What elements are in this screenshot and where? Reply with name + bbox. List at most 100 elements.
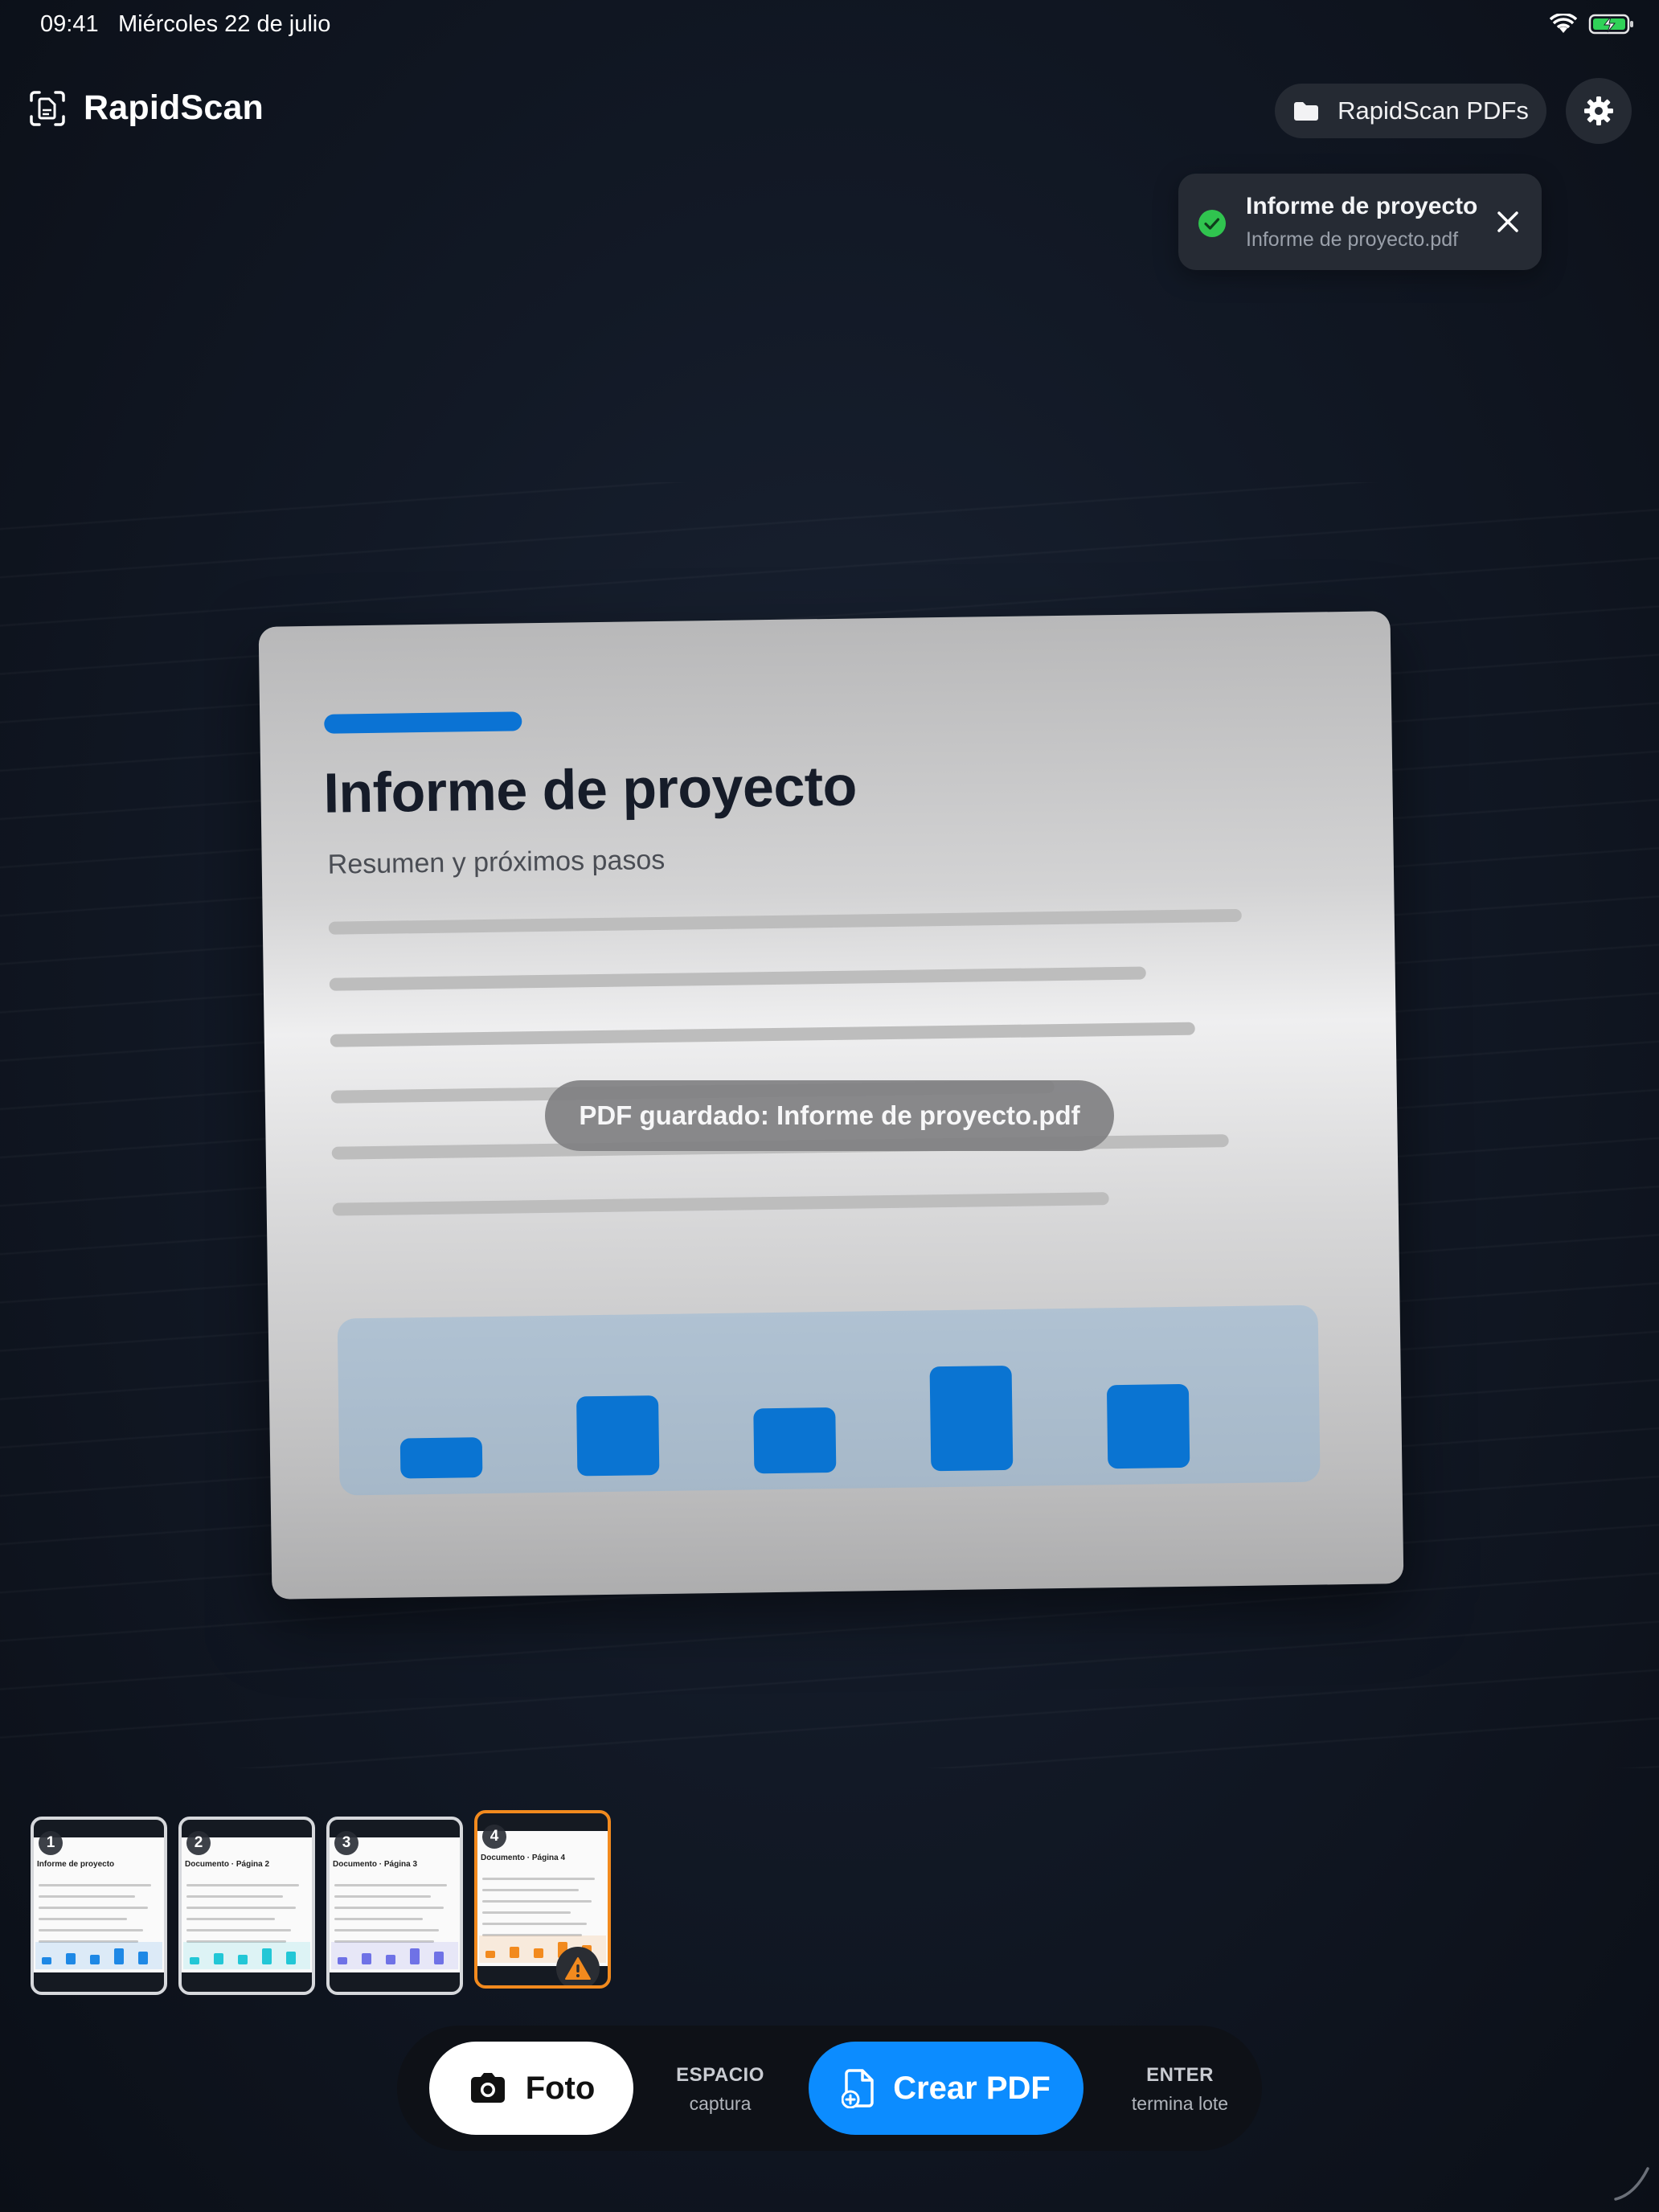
folder-icon bbox=[1294, 102, 1319, 121]
thumbnail-chart-bar bbox=[238, 1955, 248, 1964]
document-accent-bar bbox=[324, 711, 522, 734]
document-text-line bbox=[332, 1192, 1109, 1216]
pdf-folder-button[interactable]: RapidScan PDFs bbox=[1275, 84, 1546, 138]
camera-icon bbox=[470, 2073, 505, 2103]
thumbnail-text-line bbox=[334, 1884, 447, 1886]
take-photo-button[interactable]: Foto bbox=[429, 2042, 633, 2135]
take-photo-label: Foto bbox=[525, 2070, 596, 2106]
thumbnail-text-line bbox=[186, 1884, 299, 1886]
thumbnail-text-line bbox=[334, 1907, 444, 1909]
thumbnail-page-number: 4 bbox=[482, 1825, 506, 1849]
thumbnail-text-line bbox=[186, 1907, 296, 1909]
thumbnail-text-line bbox=[39, 1907, 148, 1909]
thumbnail-text-line bbox=[334, 1895, 431, 1898]
thumbnail-chart-bar bbox=[534, 1948, 543, 1958]
document-chart-bar bbox=[399, 1437, 483, 1479]
document-text-line bbox=[330, 1022, 1195, 1047]
battery-charging-icon bbox=[1588, 14, 1633, 35]
thumbnail-text-line bbox=[39, 1895, 135, 1898]
notification-title: Informe de proyecto bbox=[1246, 193, 1478, 219]
warning-icon bbox=[556, 1947, 600, 1985]
thumbnail-text-line bbox=[39, 1884, 151, 1886]
thumbnail-text-line bbox=[39, 1929, 143, 1931]
space-shortcut-hint: ESPACIO captura bbox=[656, 2064, 784, 2115]
thumbnail-text-line bbox=[334, 1929, 439, 1931]
thumbnail-page-number: 3 bbox=[334, 1831, 358, 1855]
thumbnail-chart-bar bbox=[362, 1953, 371, 1964]
thumbnail-chart-bar bbox=[386, 1955, 395, 1964]
thumbnail-page: Documento · Página 4 bbox=[477, 1831, 608, 1966]
thumbnail-page: Documento · Página 2 bbox=[182, 1837, 312, 1972]
thumbnail-page-number: 2 bbox=[186, 1831, 211, 1855]
thumbnail-text-line bbox=[482, 1911, 571, 1914]
thumbnail-text-line bbox=[186, 1929, 291, 1931]
thumbnail-chart-bar bbox=[510, 1947, 519, 1958]
thumbnail-text-line bbox=[186, 1918, 275, 1920]
thumbnail-chart-bar bbox=[66, 1953, 76, 1964]
thumbnail-chart-bar bbox=[286, 1952, 296, 1964]
document-chart-bar bbox=[1106, 1383, 1190, 1469]
gear-icon bbox=[1584, 96, 1613, 125]
saved-notification[interactable]: Informe de proyecto Informe de proyecto.… bbox=[1178, 174, 1542, 270]
thumbnail-title: Informe de proyecto bbox=[37, 1860, 115, 1869]
document-subtitle: Resumen y próximos pasos bbox=[327, 844, 666, 880]
add-document-icon bbox=[842, 2069, 874, 2108]
document-chart-bar bbox=[753, 1407, 837, 1474]
page-thumbnail[interactable]: Documento · Página 2 2 bbox=[178, 1817, 315, 1995]
status-icons bbox=[1550, 13, 1635, 35]
space-action-label: captura bbox=[689, 2093, 752, 2114]
document-chart-bar bbox=[929, 1365, 1014, 1472]
thumbnail-title: Documento · Página 4 bbox=[481, 1854, 566, 1862]
thumbnail-chart bbox=[331, 1942, 458, 1969]
status-date: Miércoles 22 de julio bbox=[118, 11, 331, 37]
app-logo: RapidScan bbox=[29, 88, 264, 128]
page-thumbnail[interactable]: Documento · Página 4 4 bbox=[474, 1810, 611, 1989]
thumbnail-page: Informe de proyecto bbox=[34, 1837, 164, 1972]
thumbnail-chart-bar bbox=[485, 1951, 495, 1958]
notification-subtitle: Informe de proyecto.pdf bbox=[1246, 228, 1459, 251]
thumbnail-page: Documento · Página 3 bbox=[330, 1837, 460, 1972]
enter-shortcut-hint: ENTER termina lote bbox=[1116, 2064, 1244, 2115]
space-key-label: ESPACIO bbox=[676, 2064, 764, 2086]
settings-button[interactable] bbox=[1566, 78, 1632, 144]
thumbnail-chart-bar bbox=[434, 1952, 444, 1964]
app-name: RapidScan bbox=[84, 88, 264, 127]
thumbnail-chart bbox=[35, 1942, 162, 1969]
thumbnail-text-line bbox=[482, 1900, 592, 1903]
saved-toast: PDF guardado: Informe de proyecto.pdf bbox=[545, 1080, 1114, 1151]
enter-action-label: termina lote bbox=[1131, 2093, 1229, 2114]
thumbnail-text-line bbox=[482, 1889, 579, 1891]
thumbnail-chart-bar bbox=[90, 1955, 100, 1964]
thumbnail-title: Documento · Página 2 bbox=[185, 1860, 270, 1869]
close-icon[interactable] bbox=[1493, 207, 1522, 236]
thumbnail-page-number: 1 bbox=[39, 1831, 63, 1855]
document-chart-bar bbox=[576, 1395, 660, 1477]
thumbnail-text-line bbox=[334, 1918, 423, 1920]
success-check-icon bbox=[1198, 210, 1226, 237]
scan-document-icon bbox=[30, 90, 65, 126]
pdf-folder-label: RapidScan PDFs bbox=[1337, 96, 1529, 125]
create-pdf-label: Crear PDF bbox=[893, 2070, 1051, 2106]
document-bar-chart bbox=[337, 1305, 1321, 1496]
thumbnail-chart-bar bbox=[214, 1953, 223, 1964]
thumbnail-chart-bar bbox=[410, 1948, 420, 1964]
thumbnail-text-line bbox=[186, 1895, 283, 1898]
thumbnail-chart-bar bbox=[262, 1948, 272, 1964]
thumbnail-chart-bar bbox=[114, 1948, 124, 1964]
thumbnail-chart-bar bbox=[138, 1952, 148, 1964]
thumbnail-text-line bbox=[482, 1878, 595, 1880]
document-text-line bbox=[328, 908, 1242, 935]
status-time: 09:41 bbox=[40, 11, 99, 37]
create-pdf-button[interactable]: Crear PDF bbox=[809, 2042, 1083, 2135]
resize-handle-icon bbox=[1614, 2167, 1649, 2201]
document-title: Informe de proyecto bbox=[322, 754, 858, 825]
thumbnail-chart bbox=[183, 1942, 310, 1969]
enter-key-label: ENTER bbox=[1146, 2064, 1214, 2086]
page-thumbnail[interactable]: Documento · Página 3 3 bbox=[326, 1817, 463, 1995]
thumbnail-title: Documento · Página 3 bbox=[333, 1860, 418, 1869]
thumbnail-text-line bbox=[482, 1923, 587, 1925]
thumbnail-chart-bar bbox=[338, 1957, 347, 1964]
wifi-icon bbox=[1550, 14, 1577, 33]
page-thumbnail[interactable]: Informe de proyecto 1 bbox=[31, 1817, 167, 1995]
thumbnail-text-line bbox=[39, 1918, 127, 1920]
